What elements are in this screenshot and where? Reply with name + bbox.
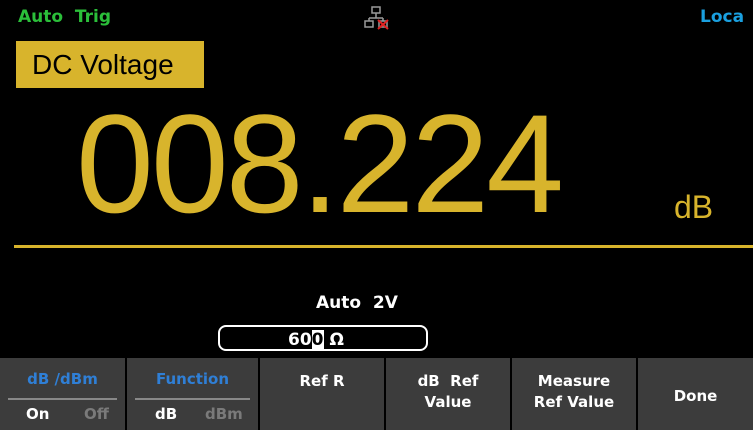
option-on: On — [26, 405, 50, 423]
softkey-db-dbm[interactable]: dB /dBm On Off — [0, 358, 125, 430]
main-reading: 008.224 — [76, 85, 564, 242]
softkey-db-ref-line2: Value — [424, 393, 472, 411]
option-off: Off — [84, 405, 109, 423]
softkey-ref-r[interactable]: Ref R — [260, 358, 384, 430]
remote-local-indicator: Loca — [700, 7, 745, 27]
reading-unit: dB — [674, 189, 714, 225]
ref-value-digits: 60 — [288, 330, 312, 350]
softkey-function[interactable]: Function dB dBm — [127, 358, 258, 430]
option-dbm: dBm — [205, 405, 243, 423]
softkey-function-title: Function — [155, 370, 230, 388]
edit-cursor: 0 — [311, 330, 324, 350]
reading-divider — [14, 245, 753, 248]
softkey-db-ref-value[interactable]: dB Ref Value — [386, 358, 510, 430]
softkey-db-ref-line1: dB Ref — [417, 372, 479, 390]
softkey-ref-r-label: Ref R — [299, 372, 345, 390]
network-disconnected-icon — [364, 6, 390, 30]
softkey-done-label: Done — [673, 387, 718, 405]
softkey-measure-line2: Ref Value — [533, 393, 615, 411]
ref-value-unit: Ω — [329, 330, 344, 350]
trigger-mode-indicator: Auto Trig — [18, 7, 112, 27]
softkey-measure-ref-value[interactable]: Measure Ref Value — [512, 358, 636, 430]
softkey-done[interactable]: Done — [638, 358, 753, 430]
range-label: Auto 2V — [316, 293, 398, 313]
softkey-measure-line1: Measure — [537, 372, 611, 390]
status-bar: Auto Trig Loca — [0, 0, 753, 34]
softkey-db-dbm-title: dB /dBm — [27, 370, 98, 388]
softkey-separator — [135, 398, 250, 400]
softkey-separator — [8, 398, 117, 400]
function-label: DC Voltage — [16, 41, 204, 88]
option-db: dB — [155, 405, 178, 423]
ref-resistance-value: 600 Ω — [288, 330, 344, 350]
